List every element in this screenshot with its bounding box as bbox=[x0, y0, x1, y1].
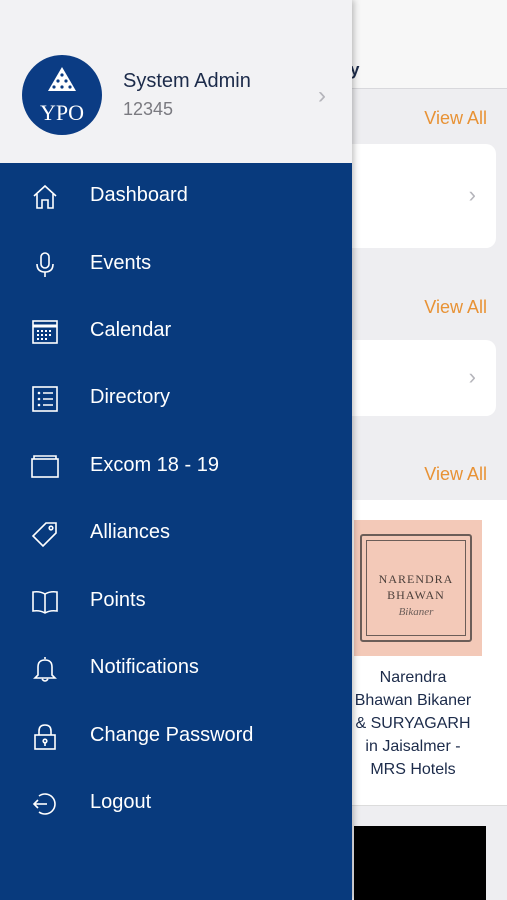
bell-icon bbox=[30, 655, 60, 683]
microphone-icon bbox=[30, 251, 60, 279]
avatar: YPO bbox=[22, 55, 102, 135]
view-all-link-2[interactable]: View All bbox=[424, 297, 487, 318]
menu-label: Points bbox=[90, 589, 146, 611]
hotel-title-line: MRS Hotels bbox=[370, 761, 456, 778]
hotel-title[interactable]: Narendra Bhawan Bikaner & SURYAGARH in J… bbox=[338, 666, 488, 781]
menu-item-calendar[interactable]: Calendar bbox=[0, 304, 352, 360]
menu-label: Alliances bbox=[90, 521, 171, 543]
item-image[interactable] bbox=[354, 826, 486, 900]
logout-icon bbox=[30, 790, 60, 818]
menu-item-events[interactable]: Events bbox=[0, 237, 352, 293]
tag-icon bbox=[30, 520, 60, 548]
hotel-title-line: Narendra bbox=[379, 669, 447, 686]
menu-label: Excom 18 - 19 bbox=[90, 454, 219, 476]
hotel-logo-text: BHAWAN bbox=[387, 588, 445, 602]
hotel-title-line: & SURYAGARH bbox=[355, 715, 471, 732]
profile-header[interactable]: YPO System Admin 12345 › bbox=[0, 0, 352, 163]
folder-icon bbox=[30, 453, 60, 481]
menu-item-excom[interactable]: Excom 18 - 19 bbox=[0, 439, 352, 495]
hotel-title-line: Bhawan Bikaner bbox=[354, 692, 472, 709]
menu-item-directory[interactable]: Directory bbox=[0, 371, 352, 427]
menu-label: Change Password bbox=[90, 724, 254, 746]
chevron-right-icon: › bbox=[468, 182, 476, 207]
profile-name: System Admin bbox=[123, 70, 251, 92]
home-icon bbox=[30, 183, 60, 211]
menu-item-alliances[interactable]: Alliances bbox=[0, 506, 352, 562]
list-icon bbox=[30, 385, 60, 413]
avatar-text: YPO bbox=[39, 100, 84, 125]
menu-label: Calendar bbox=[90, 319, 172, 341]
menu-item-points[interactable]: Points bbox=[0, 574, 352, 630]
view-all-link-3[interactable]: View All bbox=[424, 464, 487, 485]
side-drawer: YPO System Admin 12345 › Dashboard Event… bbox=[0, 0, 352, 900]
menu-label: Dashboard bbox=[90, 184, 188, 206]
lock-icon bbox=[30, 723, 60, 751]
hotel-logo-frame: NARENDRA BHAWAN Bikaner bbox=[360, 534, 472, 642]
menu-label: Directory bbox=[90, 386, 171, 408]
section-card-1[interactable]: › bbox=[330, 144, 496, 248]
hotel-image[interactable]: NARENDRA BHAWAN Bikaner bbox=[354, 520, 482, 656]
view-all-link-1[interactable]: View All bbox=[424, 108, 487, 129]
hotel-logo-text: Bikaner bbox=[398, 606, 434, 618]
menu-item-logout[interactable]: Logout bbox=[0, 776, 352, 832]
chevron-right-icon: › bbox=[468, 364, 476, 389]
menu-item-change-password[interactable]: Change Password bbox=[0, 709, 352, 765]
menu-item-notifications[interactable]: Notifications bbox=[0, 641, 352, 697]
menu-label: Notifications bbox=[90, 656, 199, 678]
menu-label: Logout bbox=[90, 791, 152, 813]
menu-item-dashboard[interactable]: Dashboard bbox=[0, 169, 352, 225]
section-card-2[interactable]: › bbox=[330, 340, 496, 416]
book-icon bbox=[30, 588, 60, 616]
hotel-title-line: in Jaisalmer - bbox=[365, 738, 461, 755]
profile-id: 12345 bbox=[123, 99, 174, 119]
calendar-icon bbox=[30, 318, 60, 346]
menu-label: Events bbox=[90, 252, 152, 274]
chevron-right-icon: › bbox=[318, 82, 326, 109]
hotel-logo-text: NARENDRA bbox=[378, 572, 454, 586]
